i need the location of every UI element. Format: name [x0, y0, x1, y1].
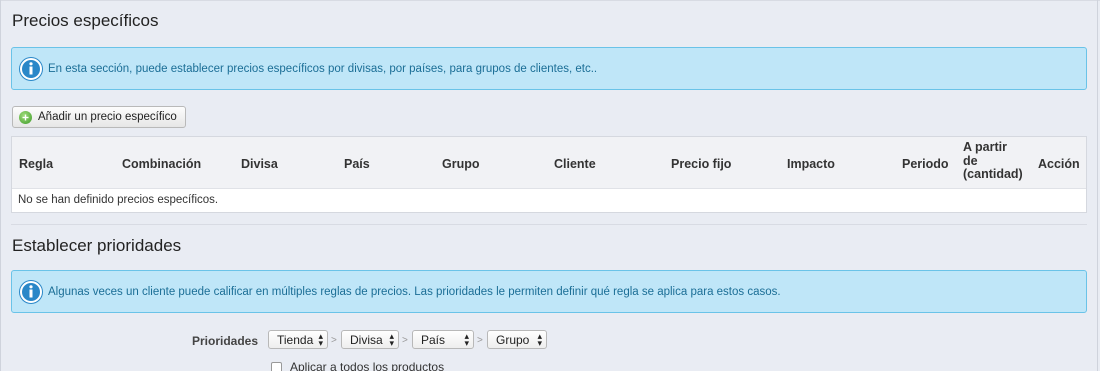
- table-empty-message: No se han definido precios específicos.: [18, 194, 219, 206]
- specific-prices-table: Regla Combinación Divisa País Grupo Clie…: [11, 136, 1087, 213]
- col-header-periodo: Periodo: [902, 157, 949, 171]
- col-header-regla: Regla: [19, 157, 54, 171]
- apply-all-checkbox[interactable]: [271, 361, 282, 371]
- priority-select-4-value: Grupo: [496, 332, 530, 347]
- plus-circle-icon: [19, 110, 32, 124]
- col-header-a-partir: A partir de (cantidad): [963, 140, 1023, 182]
- table-header: Regla Combinación Divisa País Grupo Clie…: [12, 137, 1086, 189]
- priority-select-2-value: Divisa: [350, 332, 383, 347]
- priority-separator: >: [402, 335, 408, 346]
- priority-select-1-value: Tienda: [277, 332, 314, 347]
- apply-all-label: Aplicar a todos los productos: [290, 360, 445, 371]
- priorities-label: Prioridades: [192, 334, 259, 348]
- priority-select-2[interactable]: Divisa ▴ ▾: [341, 330, 399, 349]
- col-header-grupo: Grupo: [442, 157, 480, 171]
- priorities-info-text: Algunas veces un cliente puede calificar…: [48, 285, 781, 298]
- priority-select-3[interactable]: País ▴ ▾: [412, 330, 474, 349]
- section-title-specific-prices: Precios específicos: [12, 11, 159, 30]
- info-icon: [20, 57, 42, 80]
- priority-select-1[interactable]: Tienda ▴ ▾: [268, 330, 328, 349]
- col-header-divisa: Divisa: [241, 157, 278, 171]
- priority-select-3-value: País: [421, 332, 446, 347]
- add-specific-price-button[interactable]: Añadir un precio específico: [12, 106, 186, 128]
- right-border: [1097, 0, 1098, 371]
- apply-all-row: Aplicar a todos los productos: [271, 360, 444, 371]
- section-divider: [11, 224, 1087, 225]
- col-header-a-partir-line2: de: [963, 153, 978, 168]
- priority-select-4[interactable]: Grupo ▴ ▾: [487, 330, 547, 349]
- col-header-pais: País: [344, 157, 370, 171]
- col-header-precio-fijo: Precio fijo: [671, 157, 732, 171]
- up-down-arrows-icon: ▴ ▾: [537, 330, 542, 348]
- col-header-impacto: Impacto: [787, 157, 835, 171]
- top-border: [0, 0, 1100, 1]
- priority-separator: >: [331, 335, 337, 346]
- specific-prices-info-box: En esta sección, puede establecer precio…: [11, 47, 1087, 90]
- col-header-combinacion: Combinación: [122, 157, 202, 171]
- priority-separator: >: [477, 335, 483, 346]
- specific-prices-info-text: En esta sección, puede establecer precio…: [48, 62, 598, 75]
- add-specific-price-label: Añadir un precio específico: [38, 111, 177, 123]
- col-header-accion: Acción: [1038, 157, 1080, 171]
- up-down-arrows-icon: ▴ ▾: [389, 330, 394, 348]
- up-down-arrows-icon: ▴ ▾: [464, 330, 469, 348]
- priorities-info-box: Algunas veces un cliente puede calificar…: [11, 270, 1087, 313]
- info-icon: [20, 280, 42, 303]
- up-down-arrows-icon: ▴ ▾: [318, 330, 323, 348]
- section-title-priorities: Establecer prioridades: [12, 236, 182, 255]
- col-header-a-partir-line1: A partir: [963, 140, 1007, 154]
- col-header-a-partir-line3: (cantidad): [963, 167, 1023, 181]
- left-border: [0, 0, 1, 371]
- col-header-cliente: Cliente: [554, 157, 596, 171]
